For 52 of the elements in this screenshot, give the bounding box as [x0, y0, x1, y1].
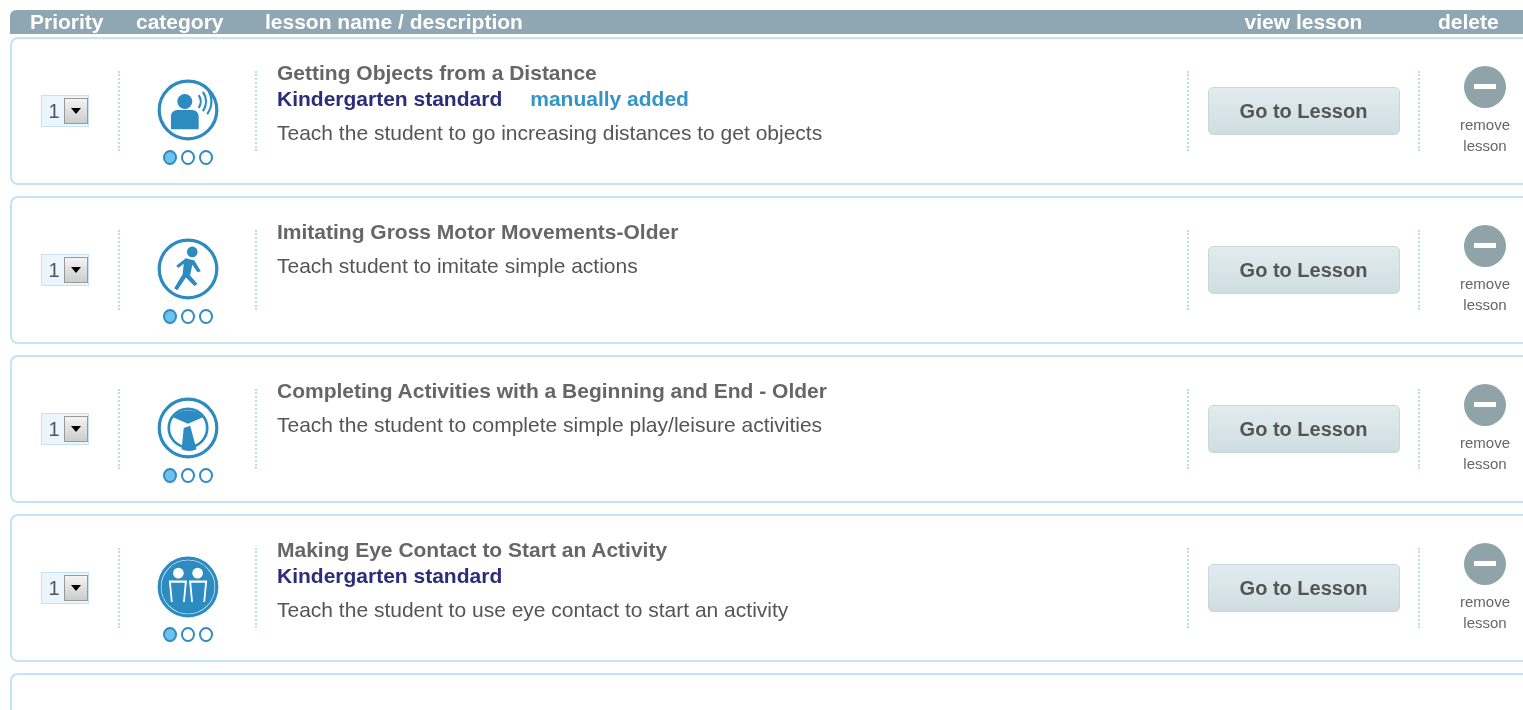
caret-icon: [70, 585, 81, 591]
beach-ball-icon: [155, 395, 220, 460]
column-header: category: [135, 10, 225, 34]
caret-icon: [70, 267, 81, 273]
column-header: delete: [1437, 10, 1500, 34]
column-header: Priority: [29, 10, 105, 34]
lesson-description: Teach the student to go increasing distances to get objects: [277, 121, 824, 145]
go-to-lesson-button[interactable]: Go to Lesson: [1207, 87, 1400, 135]
level-dot: [162, 467, 177, 483]
level-dot: [180, 149, 195, 165]
remove-icon[interactable]: [1464, 66, 1506, 108]
priority-dropdown[interactable]: 1: [41, 572, 89, 604]
lesson-title: Completing Activities with a Beginning and End - Older: [277, 379, 828, 403]
lesson-description: Teach the student to complete simple play/leisure activities: [277, 413, 824, 437]
remove-lesson-link[interactable]: remove lesson: [1450, 591, 1520, 633]
caret-icon: [70, 108, 81, 114]
listening-person-icon: [155, 77, 220, 142]
go-to-lesson-button[interactable]: Go to Lesson: [1207, 564, 1400, 612]
priority-dropdown[interactable]: 1: [41, 95, 89, 127]
lesson-tag: Kindergarten standard: [277, 87, 503, 111]
lesson-description: Teach student to imitate simple actions: [277, 254, 639, 278]
remove-icon[interactable]: [1464, 543, 1506, 585]
priority-dropdown[interactable]: 1: [41, 254, 89, 286]
remove-lesson-link[interactable]: remove lesson: [1450, 273, 1520, 315]
level-dot: [198, 467, 213, 483]
lesson-title: Imitating Gross Motor Movements-Older: [277, 220, 680, 244]
caret-icon: [70, 426, 81, 432]
lesson-tag: manually added: [530, 87, 689, 111]
column-header: lesson name / description: [264, 10, 524, 34]
level-dot: [162, 308, 177, 324]
remove-icon[interactable]: [1464, 384, 1506, 426]
level-dot: [162, 626, 177, 642]
two-people-icon: [155, 554, 220, 619]
lesson-tag: Kindergarten standard: [277, 564, 503, 588]
walking-person-icon: [155, 236, 220, 301]
remove-icon[interactable]: [1464, 225, 1506, 267]
remove-lesson-link[interactable]: remove lesson: [1450, 432, 1520, 474]
level-dot: [180, 626, 195, 642]
lesson-title: Making Eye Contact to Start an Activity: [277, 538, 669, 562]
level-dot: [180, 308, 195, 324]
lesson-title: Getting Objects from a Distance: [277, 61, 598, 85]
level-dot: [198, 149, 213, 165]
level-dot: [198, 626, 213, 642]
priority-dropdown[interactable]: 1: [41, 413, 89, 445]
level-dot: [198, 308, 213, 324]
level-dot: [180, 467, 195, 483]
column-header: view lesson: [1243, 10, 1364, 34]
level-dot: [162, 149, 177, 165]
go-to-lesson-button[interactable]: Go to Lesson: [1207, 405, 1400, 453]
go-to-lesson-button[interactable]: Go to Lesson: [1207, 246, 1400, 294]
remove-lesson-link[interactable]: remove lesson: [1450, 114, 1520, 156]
lesson-description: Teach the student to use eye contact to start an activity: [277, 598, 790, 622]
